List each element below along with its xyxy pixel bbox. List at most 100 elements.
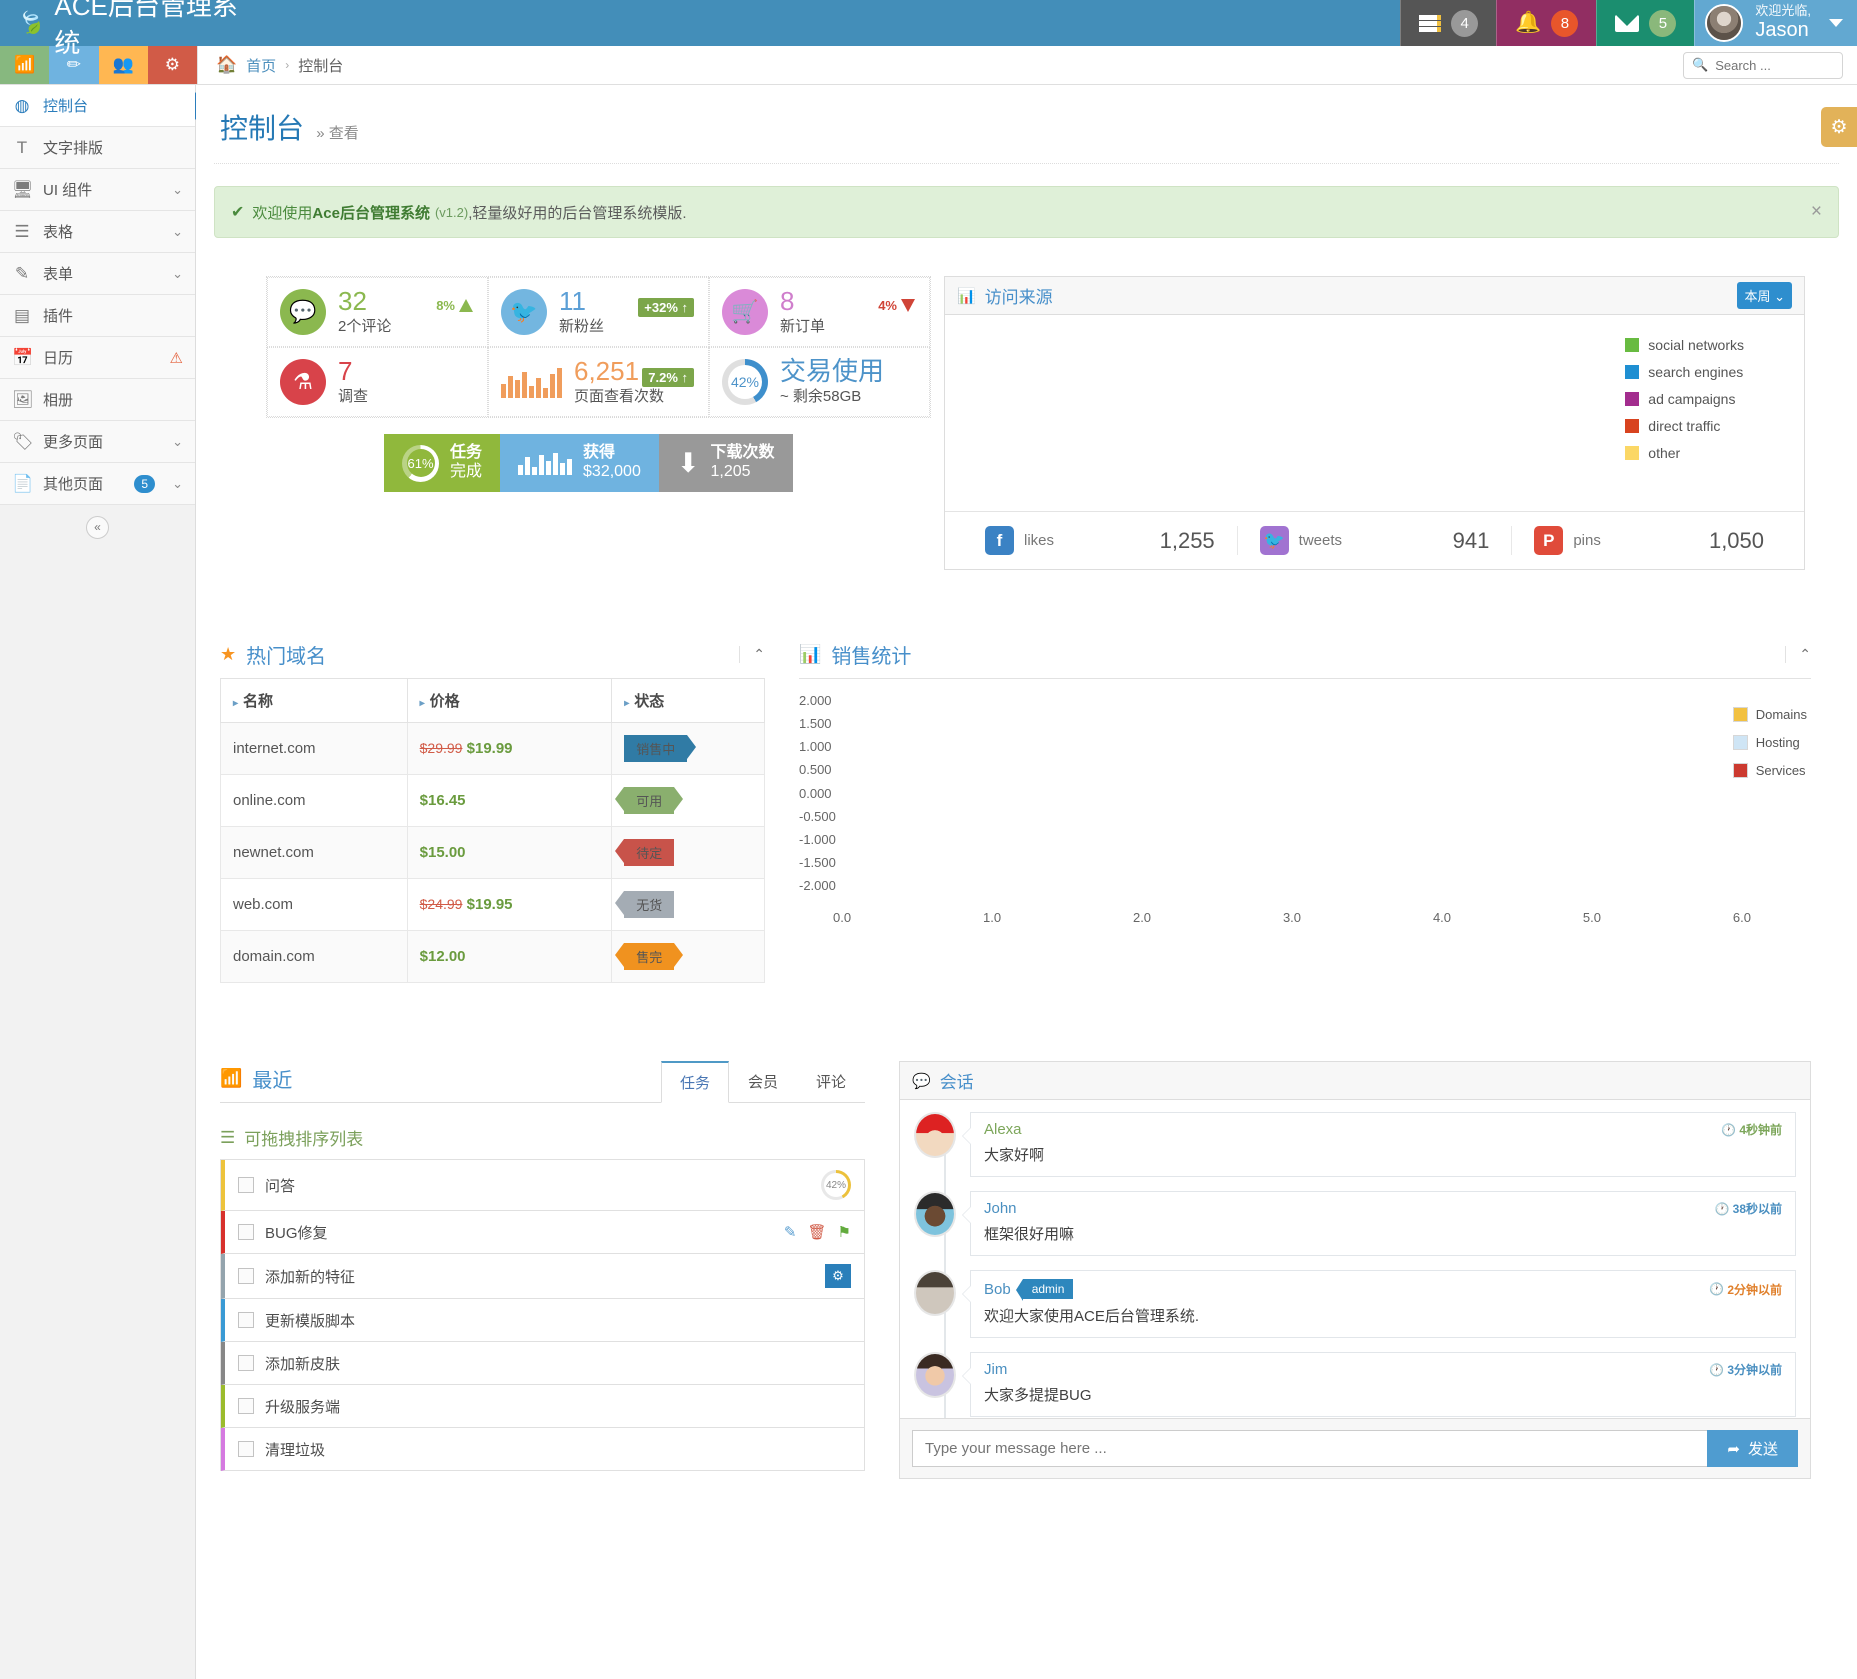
current-price: $15.00 — [419, 844, 466, 861]
stat-cell[interactable]: 42% 交易使用 ~ 剩余58GB — [709, 347, 930, 417]
sales-chart-collapse-button[interactable]: ⌃ — [1785, 646, 1811, 663]
domain-name: web.com — [220, 878, 408, 931]
tasks-badge: 4 — [1451, 9, 1479, 37]
list-item[interactable]: BUG修复 ✎ 🗑 ⚑ — [221, 1211, 864, 1254]
chat-input[interactable] — [912, 1430, 1708, 1467]
task-checkbox[interactable] — [238, 1224, 254, 1240]
brand[interactable]: 🍃 ACE后台管理系统 — [0, 0, 250, 58]
sidebar-item-2[interactable]: 🖥 UI 组件 ⌄ — [0, 169, 195, 211]
domain-price: $29.99 $19.99 — [406, 722, 613, 775]
domain-status: 售完 — [611, 930, 765, 983]
message-author[interactable]: Jim — [984, 1361, 1007, 1378]
tile[interactable]: 61% 任务 完成 — [384, 434, 501, 492]
settings-tab-button[interactable]: ⚙ — [1821, 107, 1857, 147]
stat-value: 7 — [338, 355, 353, 386]
edit-icon[interactable]: ✎ — [784, 1223, 797, 1241]
avatar — [1705, 4, 1744, 42]
twitter-icon: 🐦 — [1259, 526, 1289, 555]
sidebar-item-9[interactable]: 📄 其他页面 5 ⌄ — [0, 463, 195, 505]
recent-title-wrap: 📶 最近 — [220, 1064, 292, 1102]
stat-cell[interactable]: 💬 32 2个评论 8% — [267, 277, 488, 347]
list-item[interactable]: 升级服务端 — [221, 1385, 864, 1428]
list-item[interactable]: 添加新皮肤 — [221, 1342, 864, 1385]
recent-tabs: 任务 会员 评论 — [660, 1061, 865, 1103]
task-checkbox[interactable] — [238, 1441, 254, 1457]
table-column-header[interactable]: ▸ 名称 — [220, 679, 408, 723]
chat-messages[interactable]: Alexa 🕐 4秒钟前 大家好啊 John 🕐 38秒以前 框架很好用嘛 Bob … — [900, 1100, 1810, 1418]
notifications-menu[interactable]: 🔔 8 — [1496, 0, 1597, 46]
task-checkbox[interactable] — [238, 1177, 254, 1193]
search-icon: 🔍 — [1692, 57, 1709, 72]
sidebar-item-3[interactable]: ☰ 表格 ⌄ — [0, 211, 195, 253]
list-item[interactable]: 清理垃圾 — [221, 1428, 864, 1471]
sidebar-item-4[interactable]: ✎ 表单 ⌄ — [0, 253, 195, 295]
facebook-icon: f — [985, 526, 1014, 555]
sidebar-item-1[interactable]: T 文字排版 — [0, 127, 195, 169]
task-label: 添加新的特征 — [265, 1268, 356, 1286]
sidebar-item-label: 表格 — [43, 224, 74, 241]
y-tick: -1.000 — [799, 831, 836, 847]
username-label: Jason — [1755, 18, 1809, 41]
tile[interactable]: ⬇ 下载次数 1,205 — [658, 434, 793, 492]
sidebar-item-8[interactable]: 🏷 更多页面 ⌄ — [0, 421, 195, 463]
stat-cell[interactable]: 6,251 页面查看次数 7.2% ↑ — [488, 347, 709, 417]
tile[interactable]: 获得 $32,000 — [500, 434, 659, 492]
search-box[interactable]: 🔍 — [1683, 51, 1843, 79]
welcome-label: 欢迎光临, — [1755, 3, 1811, 19]
table-column-header[interactable]: ▸ 状态 — [611, 679, 765, 723]
user-menu[interactable]: 欢迎光临, Jason — [1694, 0, 1857, 46]
domains-collapse-button[interactable]: ⌃ — [739, 646, 765, 663]
message-body: 大家好啊 — [984, 1147, 1045, 1164]
sidebar-item-label: 相册 — [43, 392, 74, 409]
sidebar-item-5[interactable]: ▤ 插件 — [0, 295, 195, 337]
gear-icon[interactable]: ⚙ — [825, 1264, 851, 1288]
send-button[interactable]: ➦ 发送 — [1707, 1430, 1798, 1467]
tasks-icon — [1419, 14, 1442, 32]
comment-icon: 💬 — [280, 289, 326, 335]
traffic-period-select[interactable]: 本周 ⌄ — [1737, 282, 1792, 309]
brand-label: ACE后台管理系统 — [54, 0, 238, 58]
progress-ring-icon: 42% — [821, 1170, 851, 1200]
message-author[interactable]: Alexa — [984, 1121, 1022, 1138]
message-author[interactable]: Bob — [984, 1281, 1011, 1298]
stat-cell[interactable]: 🛒 8 新订单 4% — [709, 277, 930, 347]
sidebar-item-0[interactable]: ◍ 控制台 — [0, 85, 207, 127]
close-icon[interactable]: × — [1811, 201, 1822, 223]
typography-icon: T — [16, 137, 28, 157]
task-checkbox[interactable] — [238, 1268, 254, 1284]
task-checkbox[interactable] — [238, 1312, 254, 1328]
chat-title: 会话 — [939, 1073, 974, 1092]
trend-arrow-icon — [459, 299, 473, 312]
chart-shortcut-icon[interactable]: 📶 — [0, 46, 50, 84]
list-item[interactable]: 添加新的特征 ⚙ — [221, 1254, 864, 1299]
tab-1[interactable]: 会员 — [729, 1061, 797, 1103]
y-axis-ticks: 2.000 1.500 1.000 0.500 0.000 -0.500 -1.000 -1.… — [799, 693, 836, 893]
search-input[interactable] — [1715, 57, 1834, 73]
clock-icon: 🕐 — [1714, 1201, 1730, 1216]
trash-icon[interactable]: 🗑 — [808, 1223, 827, 1241]
tab-2[interactable]: 评论 — [797, 1061, 865, 1103]
messages-menu[interactable]: 5 — [1596, 0, 1695, 46]
stat-cell[interactable]: 🐦 11 新粉丝 +32% ↑ — [488, 277, 709, 347]
sidebar-item-7[interactable]: 🖼 相册 — [0, 379, 195, 421]
breadcrumb-home[interactable]: 首页 — [246, 55, 276, 76]
sidebar-collapse-button[interactable]: « — [86, 515, 109, 539]
social-stat[interactable]: f likes 1,255 — [963, 526, 1237, 555]
social-stat[interactable]: 🐦 tweets 941 — [1236, 526, 1512, 555]
task-checkbox[interactable] — [238, 1398, 254, 1414]
stat-cell[interactable]: ⚗ 7 调查 — [267, 347, 488, 417]
sidebar-item-6[interactable]: 📅 日历 ⚠ — [0, 337, 195, 379]
list-item[interactable]: 问答 42% — [221, 1160, 864, 1211]
social-stat[interactable]: P pins 1,050 — [1511, 526, 1786, 555]
tab-0[interactable]: 任务 — [660, 1061, 729, 1103]
sort-icon: ▸ — [419, 698, 425, 709]
chevron-down-icon — [1829, 19, 1843, 27]
task-checkbox[interactable] — [238, 1355, 254, 1371]
user-text: 欢迎光临, Jason — [1755, 3, 1811, 42]
table-column-header[interactable]: ▸ 价格 — [406, 679, 613, 723]
list-item[interactable]: 更新模版脚本 — [221, 1299, 864, 1342]
tasks-menu[interactable]: 4 — [1400, 0, 1497, 46]
message-author[interactable]: John — [984, 1200, 1017, 1217]
dashboard-icon: ◍ — [14, 95, 30, 115]
flag-icon[interactable]: ⚑ — [838, 1223, 851, 1241]
